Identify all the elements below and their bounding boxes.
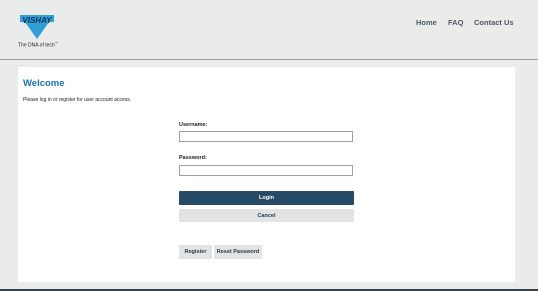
login-card: Welcome Please log in or register for us… (18, 67, 515, 282)
cancel-button[interactable]: Cancel (179, 209, 354, 222)
tagline: The DNA of tech™ (18, 41, 58, 49)
login-button[interactable]: Login (179, 191, 354, 205)
password-input[interactable] (179, 165, 353, 176)
logo-text: VISHAY (22, 16, 52, 25)
intro-text: Please log in or register for user accou… (23, 97, 132, 103)
nav-home-link[interactable]: Home (416, 18, 437, 27)
username-input[interactable] (179, 131, 353, 142)
site-header: VISHAY The DNA of tech™ Home FAQ Contact… (0, 0, 538, 60)
password-label: Password: (179, 155, 207, 161)
register-button[interactable]: Register (179, 245, 212, 259)
username-label: Username: (179, 122, 208, 128)
nav-contact-us-link[interactable]: Contact Us (474, 18, 514, 27)
nav-faq-link[interactable]: FAQ (448, 18, 463, 27)
page-title: Welcome (23, 78, 65, 89)
reset-password-button[interactable]: Reset Password (214, 245, 262, 259)
